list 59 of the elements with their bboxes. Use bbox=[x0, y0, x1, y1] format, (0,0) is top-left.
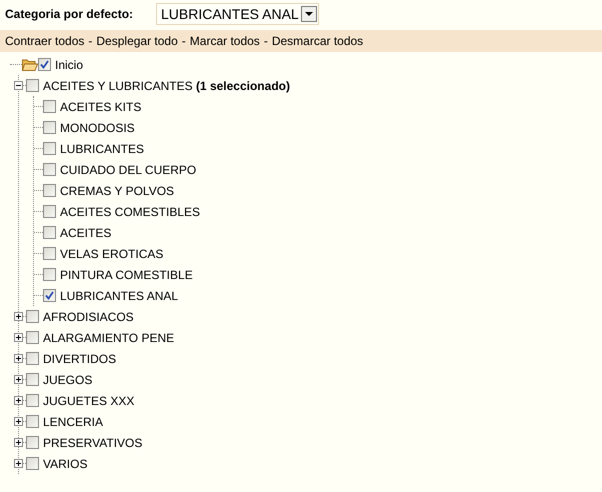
checkbox[interactable] bbox=[26, 457, 39, 470]
expand-icon[interactable] bbox=[14, 417, 23, 426]
tree-item[interactable]: AFRODISIACOS bbox=[43, 310, 134, 324]
tree-item[interactable]: ACEITES COMESTIBLES bbox=[60, 204, 200, 218]
action-link[interactable]: Desplegar todo bbox=[96, 34, 178, 48]
expand-icon[interactable] bbox=[14, 459, 23, 468]
checkbox[interactable] bbox=[43, 268, 56, 281]
tree-item[interactable]: CREMAS Y POLVOS bbox=[60, 184, 174, 198]
checkbox[interactable] bbox=[43, 163, 56, 176]
tree-item[interactable]: ALARGAMIENTO PENE bbox=[43, 330, 174, 344]
category-select[interactable]: LUBRICANTES ANAL bbox=[156, 3, 319, 25]
tree-item[interactable]: JUGUETES XXX bbox=[43, 394, 134, 408]
checkbox[interactable] bbox=[43, 247, 56, 260]
checkbox[interactable] bbox=[43, 205, 56, 218]
expand-icon[interactable] bbox=[14, 438, 23, 447]
checkbox[interactable] bbox=[43, 289, 56, 302]
separator: - bbox=[264, 34, 268, 48]
checkbox[interactable] bbox=[26, 310, 39, 323]
expand-icon[interactable] bbox=[14, 375, 23, 384]
collapse-icon[interactable] bbox=[14, 81, 23, 90]
checkbox[interactable] bbox=[26, 394, 39, 407]
checkbox[interactable] bbox=[43, 121, 56, 134]
tree-item[interactable]: PRESERVATIVOS bbox=[43, 436, 142, 450]
tree-item[interactable]: VARIOS bbox=[43, 456, 88, 470]
tree-item[interactable]: DIVERTIDOS bbox=[43, 352, 116, 366]
checkbox[interactable] bbox=[43, 142, 56, 155]
expand-icon[interactable] bbox=[14, 354, 23, 363]
checkbox[interactable] bbox=[43, 100, 56, 113]
checkbox[interactable] bbox=[43, 184, 56, 197]
checkbox[interactable] bbox=[43, 226, 56, 239]
checkbox[interactable] bbox=[38, 58, 51, 71]
tree-item[interactable]: VELAS EROTICAS bbox=[60, 246, 164, 260]
checkbox[interactable] bbox=[26, 436, 39, 449]
separator: - bbox=[88, 34, 92, 48]
folder-icon bbox=[22, 58, 38, 71]
tree-item[interactable]: PINTURA COMESTIBLE bbox=[60, 268, 193, 282]
tree-item[interactable]: ACEITES KITS bbox=[60, 100, 142, 114]
expand-icon[interactable] bbox=[14, 312, 23, 321]
tree-item[interactable]: LENCERIA bbox=[43, 414, 104, 428]
action-link[interactable]: Contraer todos bbox=[5, 34, 84, 48]
checkbox[interactable] bbox=[26, 352, 39, 365]
tree-item[interactable]: JUEGOS bbox=[43, 372, 92, 386]
tree-item[interactable]: LUBRICANTES bbox=[60, 142, 144, 156]
action-link[interactable]: Marcar todos bbox=[190, 34, 260, 48]
action-link[interactable]: Desmarcar todos bbox=[272, 34, 364, 48]
tree-item[interactable]: ACEITES Y LUBRICANTES (1 seleccionado) bbox=[43, 78, 290, 92]
checkbox[interactable] bbox=[26, 415, 39, 428]
tree-item[interactable]: ACEITES bbox=[60, 226, 112, 240]
separator: - bbox=[182, 34, 186, 48]
tree-item[interactable]: MONODOSIS bbox=[60, 120, 135, 134]
checkbox[interactable] bbox=[26, 373, 39, 386]
tree-item[interactable]: LUBRICANTES ANAL bbox=[60, 288, 178, 302]
field-label: Categoria por defecto: bbox=[5, 7, 134, 21]
tree-item[interactable]: CUIDADO DEL CUERPO bbox=[60, 162, 196, 176]
expand-icon[interactable] bbox=[14, 333, 23, 342]
tree-item[interactable]: Inicio bbox=[55, 58, 84, 72]
expand-icon[interactable] bbox=[14, 396, 23, 405]
checkbox[interactable] bbox=[26, 79, 39, 92]
checkbox[interactable] bbox=[26, 331, 39, 344]
